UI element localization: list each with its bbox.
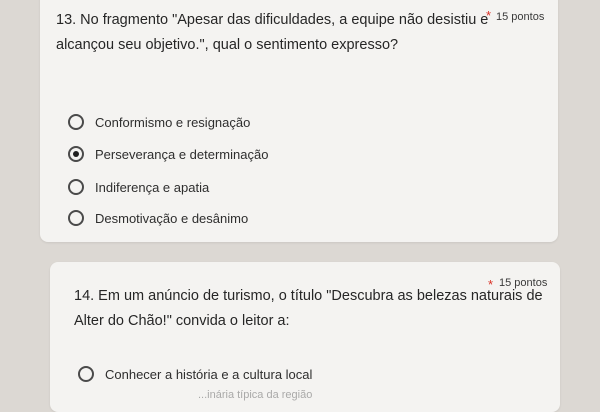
radio-unchecked-icon[interactable]: [68, 210, 84, 226]
option-perseveranca[interactable]: Perseverança e determinação: [68, 146, 268, 162]
option-label: Conformismo e resignação: [95, 114, 251, 130]
question-13-card: 13. No fragmento "Apesar das dificuldade…: [40, 0, 558, 242]
radio-unchecked-icon[interactable]: [68, 114, 84, 130]
option-conhecer-historia[interactable]: Conhecer a história e a cultura local: [78, 366, 312, 382]
question-13-text: 13. No fragmento "Apesar das dificuldade…: [56, 8, 488, 58]
option-label: Desmotivação e desânimo: [95, 210, 249, 226]
option-conformismo[interactable]: Conformismo e resignação: [68, 114, 250, 130]
question-14-line1: 14. Em um anúncio de turismo, o título "…: [74, 288, 543, 304]
question-13-line1: 13. No fragmento "Apesar das dificuldade…: [56, 12, 489, 28]
radio-unchecked-icon[interactable]: [78, 366, 94, 382]
question-13-points: 15 pontos: [496, 11, 545, 23]
partial-option-text: ...inária típica da região: [198, 389, 313, 401]
question-14-line2: Alter do Chão!" convida o leitor a:: [74, 313, 290, 329]
required-asterisk: *: [486, 8, 492, 23]
question-14-text: 14. Em um anúncio de turismo, o título "…: [74, 284, 543, 334]
required-asterisk: *: [488, 277, 494, 292]
question-14-card: 14. Em um anúncio de turismo, o título "…: [50, 262, 560, 412]
option-label: Indiferença e apatia: [95, 179, 210, 195]
option-label: Conhecer a história e a cultura local: [105, 366, 313, 382]
option-indiferenca[interactable]: Indiferença e apatia: [68, 179, 209, 195]
option-label: Perseverança e determinação: [95, 146, 269, 162]
question-14-points: 15 pontos: [499, 277, 548, 289]
question-13-line2: alcançou seu objetivo.", qual o sentimen…: [56, 37, 399, 53]
option-desmotivacao[interactable]: Desmotivação e desânimo: [68, 210, 248, 226]
radio-unchecked-icon[interactable]: [68, 179, 84, 195]
radio-checked-icon[interactable]: [68, 146, 84, 162]
